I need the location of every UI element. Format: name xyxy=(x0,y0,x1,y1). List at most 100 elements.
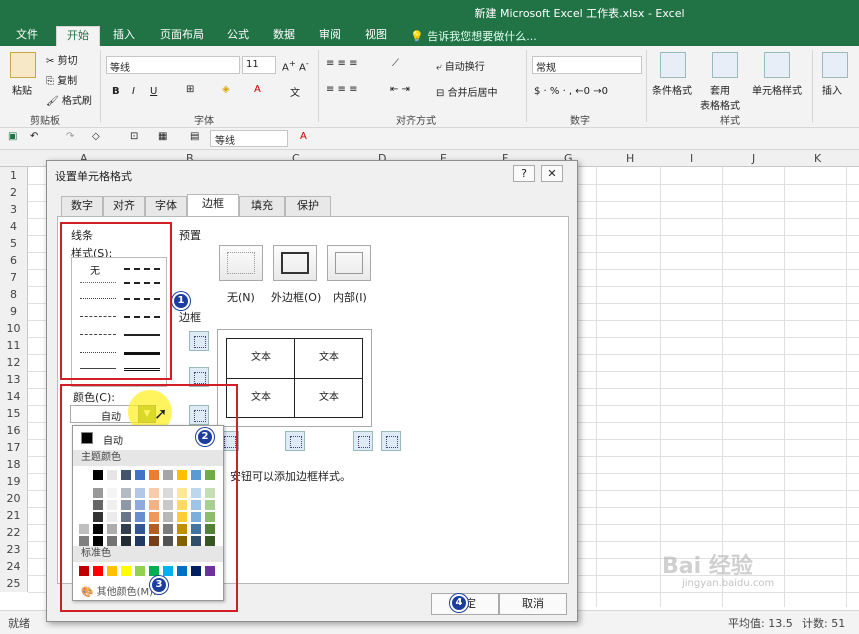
column-header[interactable]: H xyxy=(626,152,634,165)
format-as-table-button[interactable]: 套用 表格格式 xyxy=(700,82,740,112)
dialog-tab-font[interactable]: 字体 xyxy=(145,196,187,216)
row-header[interactable]: 1 xyxy=(0,167,28,184)
preset-outline-button[interactable] xyxy=(273,245,317,281)
border-center-button[interactable] xyxy=(285,431,305,451)
row-header[interactable]: 4 xyxy=(0,218,28,235)
row-header[interactable]: 9 xyxy=(0,303,28,320)
wrap-text-button[interactable]: ⤶ 自动换行 xyxy=(436,58,485,73)
tab-review[interactable]: 审阅 xyxy=(310,26,350,46)
row-header[interactable]: 8 xyxy=(0,286,28,303)
row-header[interactable]: 18 xyxy=(0,456,28,473)
tab-view[interactable]: 视图 xyxy=(356,26,396,46)
preset-none-button[interactable] xyxy=(219,245,263,281)
row-header[interactable]: 23 xyxy=(0,541,28,558)
qat-font-color-icon[interactable]: A xyxy=(300,131,307,142)
row-header[interactable]: 14 xyxy=(0,388,28,405)
number-format-select[interactable]: 常规 xyxy=(532,56,642,74)
save-icon[interactable]: ▣ xyxy=(8,131,17,142)
paste-icon[interactable] xyxy=(10,52,36,78)
border-qat-icon[interactable]: ⊡ xyxy=(130,131,138,142)
column-header[interactable]: J xyxy=(752,152,755,165)
border-preview[interactable]: 文本 文本 文本 文本 xyxy=(217,329,372,427)
cell-styles-icon[interactable] xyxy=(764,52,790,78)
dialog-tab-number[interactable]: 数字 xyxy=(61,196,103,216)
separator xyxy=(318,50,319,122)
font-size-select[interactable]: 11 xyxy=(242,56,276,74)
bold-button[interactable]: B xyxy=(112,86,120,97)
insert-cells-icon[interactable] xyxy=(822,52,848,78)
row-header[interactable]: 5 xyxy=(0,235,28,252)
row-header[interactable]: 13 xyxy=(0,371,28,388)
column-header[interactable]: I xyxy=(690,152,693,165)
tab-file[interactable]: 文件 xyxy=(6,26,48,46)
italic-button[interactable]: I xyxy=(132,86,135,97)
cancel-button[interactable]: 取消 xyxy=(499,593,567,615)
grid-line xyxy=(784,167,785,607)
row-header[interactable]: 15 xyxy=(0,405,28,422)
row-header[interactable]: 12 xyxy=(0,354,28,371)
orientation-icon[interactable]: ⟋ xyxy=(392,58,399,69)
phonetic-icon[interactable]: 文 xyxy=(290,84,300,99)
dialog-tab-border[interactable]: 边框 xyxy=(187,194,239,217)
cut-button[interactable]: ✂ 剪切 xyxy=(46,52,78,67)
border-right-button[interactable] xyxy=(353,431,373,451)
copy-button[interactable]: ⎘ 复制 xyxy=(46,72,77,87)
borders-icon[interactable]: ⊞ xyxy=(186,84,194,95)
copy-label: 复制 xyxy=(57,76,78,87)
dialog-tab-alignment[interactable]: 对齐 xyxy=(103,196,145,216)
dialog-tab-protection[interactable]: 保护 xyxy=(285,196,331,216)
cell-styles-button[interactable]: 单元格样式 xyxy=(752,82,802,97)
row-header[interactable]: 25 xyxy=(0,575,28,592)
grow-font-icon[interactable]: A+ A- xyxy=(282,58,309,73)
help-button[interactable]: ? xyxy=(513,165,535,182)
conditional-format-icon[interactable] xyxy=(660,52,686,78)
font-name-select[interactable]: 等线 xyxy=(106,56,240,74)
tab-formulas[interactable]: 公式 xyxy=(218,26,258,46)
tab-home[interactable]: 开始 xyxy=(56,26,100,46)
row-header[interactable]: 3 xyxy=(0,201,28,218)
number-format-icons[interactable]: $ · % · , ←0 →0 xyxy=(534,86,608,97)
row-header[interactable]: 10 xyxy=(0,320,28,337)
underline-button[interactable]: U xyxy=(150,86,157,97)
wrap-text-label: 自动换行 xyxy=(444,62,485,73)
format-qat-icon[interactable]: ▦ xyxy=(158,131,167,142)
redo-icon[interactable]: ↷ xyxy=(66,131,74,142)
format-painter-button[interactable]: 🖌 格式刷 xyxy=(46,92,92,107)
format-as-table-icon[interactable] xyxy=(712,52,738,78)
row-header[interactable]: 22 xyxy=(0,524,28,541)
border-top-button[interactable] xyxy=(189,331,209,351)
close-button[interactable]: ✕ xyxy=(541,165,563,182)
tab-insert[interactable]: 插入 xyxy=(104,26,144,46)
align-top-icon[interactable]: ≡ ≡ ≡ xyxy=(326,58,358,69)
font-color-icon[interactable]: A xyxy=(254,84,261,95)
border-diagonal-button[interactable] xyxy=(381,431,401,451)
qat-font-select[interactable]: 等线 xyxy=(210,130,288,147)
grid-line xyxy=(596,167,597,607)
merge-center-button[interactable]: ⊟ 合并后居中 xyxy=(436,84,498,99)
insert-button[interactable]: 插入 xyxy=(822,82,842,97)
tab-data[interactable]: 数据 xyxy=(264,26,304,46)
row-header[interactable]: 24 xyxy=(0,558,28,575)
shape-icon[interactable]: ◇ xyxy=(92,131,100,142)
row-header[interactable]: 20 xyxy=(0,490,28,507)
row-header[interactable]: 2 xyxy=(0,184,28,201)
tell-me-box[interactable]: 💡 告诉我您想要做什么... xyxy=(410,28,537,44)
row-header[interactable]: 11 xyxy=(0,337,28,354)
row-header[interactable]: 6 xyxy=(0,252,28,269)
row-header[interactable]: 7 xyxy=(0,269,28,286)
paste-button[interactable]: 粘贴 xyxy=(12,82,32,97)
tab-page-layout[interactable]: 页面布局 xyxy=(150,26,214,46)
undo-icon[interactable]: ↶ xyxy=(30,131,38,142)
preset-inside-button[interactable] xyxy=(327,245,371,281)
indent-icon[interactable]: ⇤ ⇥ xyxy=(390,84,410,95)
row-header[interactable]: 16 xyxy=(0,422,28,439)
column-header[interactable]: K xyxy=(814,152,821,165)
fill-color-icon[interactable]: ◈ xyxy=(222,84,230,95)
dialog-tab-fill[interactable]: 填充 xyxy=(239,196,285,216)
align-left-icon[interactable]: ≡ ≡ ≡ xyxy=(326,84,358,95)
row-header[interactable]: 19 xyxy=(0,473,28,490)
conditional-format-button[interactable]: 条件格式 xyxy=(652,82,692,97)
row-header[interactable]: 17 xyxy=(0,439,28,456)
table-qat-icon[interactable]: ▤ xyxy=(190,131,199,142)
row-header[interactable]: 21 xyxy=(0,507,28,524)
